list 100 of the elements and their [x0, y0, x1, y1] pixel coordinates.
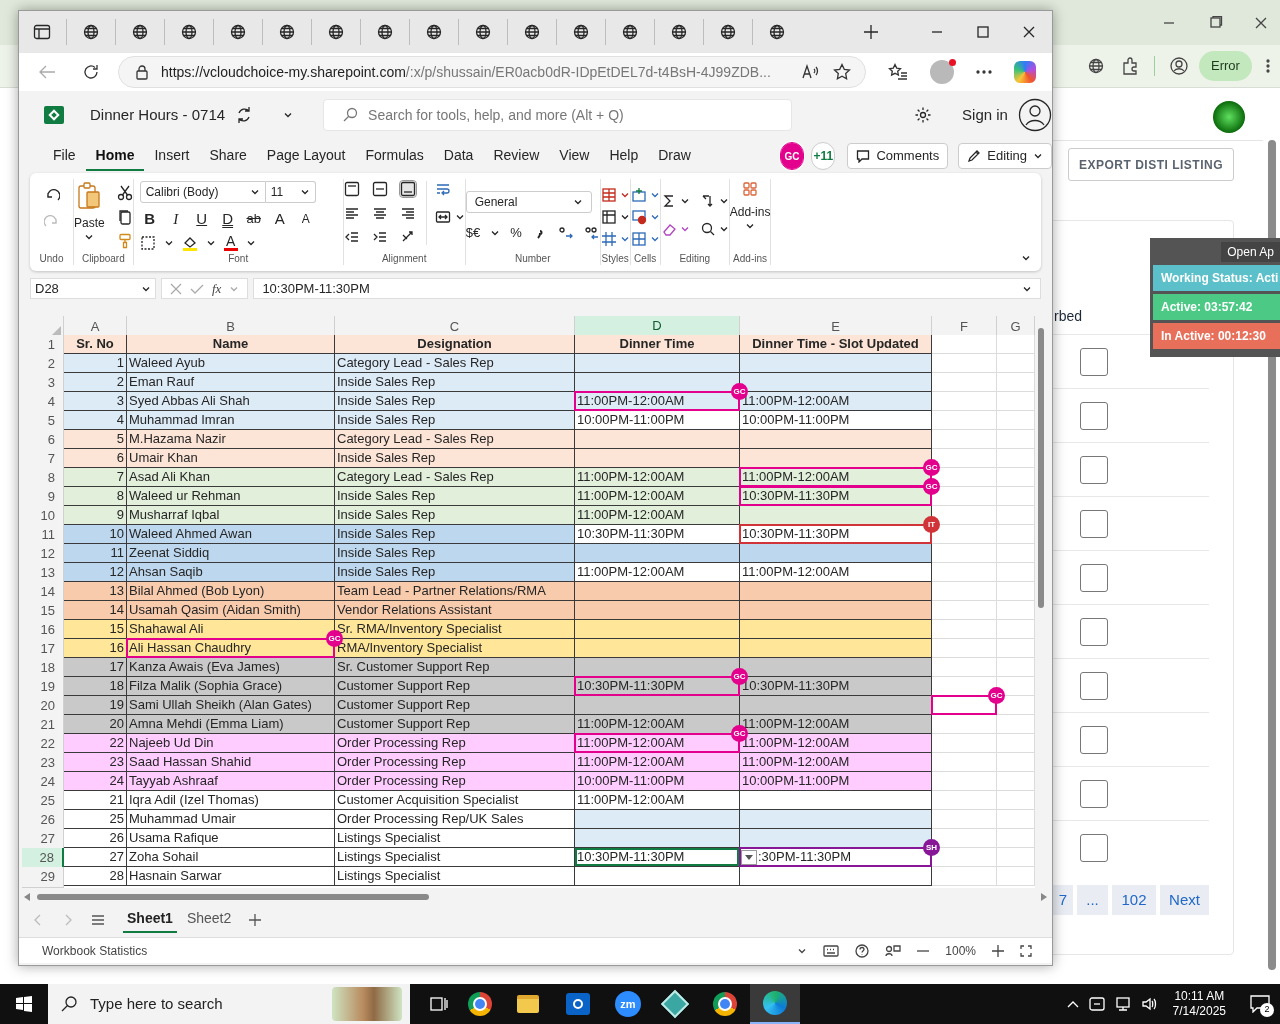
add-ins-button[interactable]: Add-ins — [729, 203, 771, 221]
checkbox[interactable] — [1080, 563, 1108, 592]
keyboard-icon[interactable] — [823, 944, 840, 957]
maximize-icon[interactable] — [977, 26, 989, 38]
row-header[interactable]: 12 — [22, 544, 64, 565]
horizontal-scrollbar[interactable] — [37, 894, 429, 900]
network-icon[interactable] — [1114, 996, 1131, 1012]
add-ins-icon[interactable] — [742, 181, 759, 197]
globe-icon[interactable] — [132, 24, 148, 40]
row-header[interactable]: 13 — [22, 563, 64, 584]
globe-icon[interactable] — [279, 24, 295, 40]
pagination-link[interactable]: 102 — [1112, 885, 1156, 915]
search-field[interactable]: Search for tools, help, and more (Alt + Q) — [323, 99, 793, 131]
font-color-button[interactable]: A — [223, 235, 238, 251]
paste-icon[interactable] — [76, 181, 103, 211]
increase-decimal-icon[interactable] — [557, 224, 574, 241]
percent-button[interactable]: % — [510, 223, 522, 243]
globe-icon[interactable] — [328, 24, 344, 40]
shrink-font-button[interactable]: A — [295, 209, 316, 229]
font-size-dropdown[interactable]: 11 — [265, 181, 316, 203]
globe-icon[interactable] — [720, 24, 736, 40]
row-header[interactable]: 24 — [22, 772, 64, 793]
find-icon[interactable] — [699, 221, 716, 237]
workbook-title[interactable]: Dinner Hours - 0714 — [90, 103, 226, 127]
checkbox[interactable] — [1080, 725, 1108, 754]
profile-avatar[interactable] — [930, 60, 954, 84]
number-format-dropdown[interactable]: General — [465, 191, 592, 213]
tab-actions-icon[interactable] — [33, 24, 51, 40]
row-header[interactable]: 25 — [22, 791, 64, 812]
outlook-app-icon[interactable] — [566, 993, 590, 1015]
cut-icon[interactable] — [116, 185, 133, 201]
editing-mode-button[interactable]: Editing — [958, 143, 1052, 169]
sign-in-button[interactable]: Sign in — [962, 103, 1008, 127]
row-header[interactable]: 28 — [22, 848, 64, 869]
checkbox[interactable] — [1080, 347, 1108, 376]
row-header[interactable]: 1 — [22, 335, 64, 356]
underline-button[interactable]: U — [191, 209, 212, 229]
more-collaborators-button[interactable]: +11 — [811, 142, 836, 170]
format-cells-icon[interactable] — [630, 231, 647, 247]
formula-input[interactable]: 10:30PM-11:30PM — [253, 278, 1041, 299]
cell-styles-icon[interactable] — [600, 231, 617, 247]
globe-icon[interactable] — [83, 24, 99, 40]
copilot-icon[interactable] — [1014, 61, 1036, 83]
checkbox[interactable] — [1080, 833, 1108, 862]
menu-tab[interactable]: Formulas — [355, 141, 434, 171]
globe-icon[interactable] — [622, 24, 638, 40]
tray-app-icon[interactable] — [1088, 996, 1105, 1012]
checkbox[interactable] — [1080, 617, 1108, 646]
error-button[interactable]: Error — [1199, 51, 1252, 81]
settings-icon[interactable] — [914, 106, 933, 124]
cell-dropdown-button[interactable] — [741, 850, 757, 865]
align-bottom-icon[interactable] — [399, 181, 416, 197]
row-header[interactable]: 15 — [22, 601, 64, 622]
menu-tab[interactable]: Page Layout — [256, 141, 356, 171]
row-header[interactable]: 10 — [22, 506, 64, 527]
more-icon[interactable] — [976, 70, 992, 74]
user-icon[interactable] — [1017, 98, 1052, 132]
increase-indent-icon[interactable] — [371, 229, 388, 245]
task-view-icon[interactable] — [430, 995, 448, 1013]
row-header[interactable]: 16 — [22, 620, 64, 641]
pagination-link[interactable]: Next — [1160, 885, 1209, 915]
notifications-icon[interactable] — [1250, 995, 1270, 1013]
wrap-text-icon[interactable] — [434, 181, 451, 197]
row-header[interactable]: 11 — [22, 525, 64, 546]
add-sheet-icon[interactable] — [249, 913, 262, 926]
menu-tab[interactable]: Data — [433, 141, 484, 171]
globe-icon[interactable] — [377, 24, 393, 40]
align-right-icon[interactable] — [399, 205, 416, 221]
scroll-left-icon[interactable] — [23, 893, 31, 901]
comments-button[interactable]: Comments — [847, 143, 949, 169]
row-header[interactable]: 27 — [22, 829, 64, 850]
menu-icon[interactable] — [91, 913, 105, 926]
export-button[interactable]: EXPORT DISTI LISTING — [1068, 148, 1234, 181]
borders-icon[interactable] — [139, 235, 156, 251]
strikethrough-button[interactable]: ab — [243, 209, 264, 229]
row-header[interactable]: 2 — [22, 354, 64, 375]
conditional-formatting-icon[interactable] — [600, 187, 617, 203]
menu-tab[interactable]: Share — [199, 141, 257, 171]
chevron-up-icon[interactable] — [1066, 999, 1079, 1009]
globe-icon[interactable] — [181, 24, 197, 40]
star-icon[interactable] — [833, 63, 851, 81]
pagination-link[interactable]: ... — [1077, 885, 1108, 915]
row-header[interactable]: 7 — [22, 449, 64, 470]
merge-cells-icon[interactable] — [434, 209, 451, 225]
speaker-icon[interactable] — [1140, 996, 1157, 1012]
globe-icon[interactable] — [1088, 58, 1104, 74]
taskbar-search-field[interactable]: Type here to search — [48, 984, 410, 1024]
double-underline-button[interactable]: D — [217, 209, 238, 229]
excel-logo-icon[interactable] — [44, 106, 64, 124]
collaborator-avatar[interactable]: GC — [780, 143, 804, 169]
favorites-icon[interactable] — [888, 63, 908, 81]
row-header[interactable]: 5 — [22, 411, 64, 432]
row-header[interactable]: 26 — [22, 810, 64, 831]
more-icon[interactable] — [1265, 58, 1270, 74]
windows-start-icon[interactable] — [16, 996, 32, 1012]
checkbox[interactable] — [1080, 401, 1108, 430]
row-header[interactable]: 23 — [22, 753, 64, 774]
checkbox[interactable] — [1080, 671, 1108, 700]
row-header[interactable]: 21 — [22, 715, 64, 736]
paste-button[interactable]: Paste — [74, 214, 105, 232]
